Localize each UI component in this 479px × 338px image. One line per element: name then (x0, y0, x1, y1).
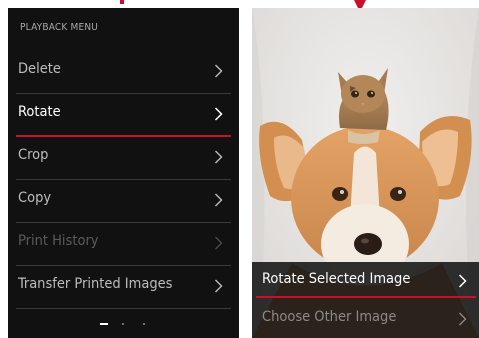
submenu-selection-underline (256, 296, 476, 298)
menu-item-crop[interactable]: Crop (8, 137, 239, 180)
rotate-submenu: Rotate Selected Image Choose Other Image (252, 262, 479, 338)
menu-item-label: Crop (18, 147, 49, 163)
menu-item-label: Copy (18, 190, 52, 206)
menu-divider (16, 308, 231, 309)
menu-item-label: Rotate (18, 104, 61, 120)
chevron-right-icon (215, 193, 223, 207)
chevron-right-icon (215, 64, 223, 78)
connector-marker-left (120, 0, 124, 4)
chevron-right-icon (215, 236, 223, 250)
menu-item-delete[interactable]: Delete (8, 51, 239, 94)
chevron-right-icon (459, 312, 467, 326)
menu-item-label: Delete (18, 61, 61, 77)
chevron-right-icon (215, 150, 223, 164)
submenu-item-choose-other-image[interactable]: Choose Other Image (252, 300, 479, 338)
menu-item-copy[interactable]: Copy (8, 180, 239, 223)
screen-root: PLAYBACK MENU Delete Rotate Crop Copy Pr… (0, 0, 479, 338)
submenu-item-rotate-selected-image[interactable]: Rotate Selected Image (252, 262, 479, 300)
menu-item-label: Transfer Printed Images (18, 276, 173, 292)
submenu-item-label: Rotate Selected Image (262, 271, 411, 287)
page-dot (143, 323, 145, 325)
menu-item-print-history: Print History (8, 223, 239, 266)
menu-item-transfer-printed-images[interactable]: Transfer Printed Images (8, 266, 239, 309)
page-dot-active (100, 323, 108, 325)
menu-item-rotate[interactable]: Rotate (8, 94, 239, 137)
chevron-right-icon (215, 279, 223, 293)
chevron-right-icon (458, 274, 467, 288)
page-dot (122, 323, 124, 325)
menu-title: PLAYBACK MENU (20, 22, 99, 33)
submenu-item-label: Choose Other Image (262, 309, 397, 325)
playback-menu-panel: PLAYBACK MENU Delete Rotate Crop Copy Pr… (8, 8, 239, 338)
chevron-right-icon (214, 107, 223, 121)
photo-preview-panel: Rotate Selected Image Choose Other Image (252, 8, 479, 338)
page-indicator (8, 321, 239, 327)
menu-item-label: Print History (18, 233, 99, 249)
